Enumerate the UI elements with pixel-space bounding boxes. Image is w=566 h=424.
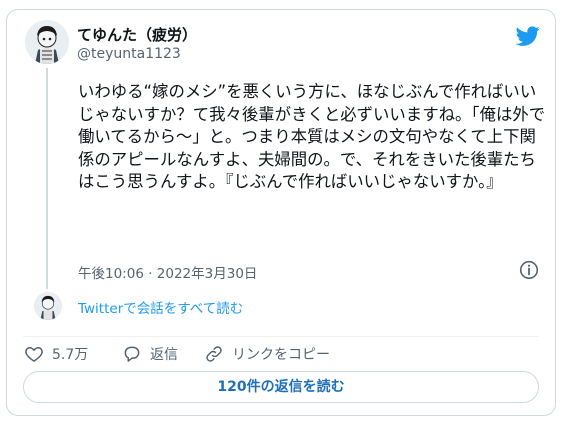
tweet-text: いわゆる“嫁のメシ”を悪くいう方に、ほなじぶんで作ればいいじゃないすか？て我々後…	[78, 82, 546, 191]
twitter-bird-icon[interactable]	[516, 24, 540, 48]
info-icon[interactable]	[519, 260, 539, 280]
author-avatar[interactable]	[25, 20, 69, 64]
link-icon	[206, 346, 222, 362]
divider	[23, 336, 539, 337]
author-display-name[interactable]: てゆんた（疲労）	[77, 24, 197, 45]
tweet-actions-bar: 5.7万 返信 リンクをコピー	[23, 342, 543, 366]
like-button[interactable]: 5.7万	[24, 342, 88, 366]
reply-icon	[124, 346, 140, 362]
copy-link-label: リンクをコピー	[232, 347, 330, 363]
read-replies-button[interactable]: 120件の返信を読む	[23, 371, 539, 403]
tweet-timestamp[interactable]: 午後10:06 · 2022年3月30日	[78, 262, 257, 282]
reply-label: 返信	[150, 347, 178, 363]
author-handle[interactable]: @teyunta1123	[77, 46, 181, 62]
tweet-card: てゆんた（疲労） @teyunta1123 いわゆる“嫁のメシ”を悪くいう方に、…	[6, 9, 556, 416]
heart-icon	[25, 347, 43, 362]
copy-link-button[interactable]: リンクをコピー	[204, 342, 330, 366]
likes-count: 5.7万	[52, 347, 89, 363]
read-conversation-link[interactable]: Twitterで会話をすべて読む	[78, 297, 243, 317]
avatar-illustration	[34, 292, 62, 320]
reply-button[interactable]: 返信	[122, 342, 178, 366]
thread-connector-line	[46, 68, 48, 289]
thread-author-avatar[interactable]	[34, 292, 62, 320]
avatar-illustration	[25, 20, 69, 64]
